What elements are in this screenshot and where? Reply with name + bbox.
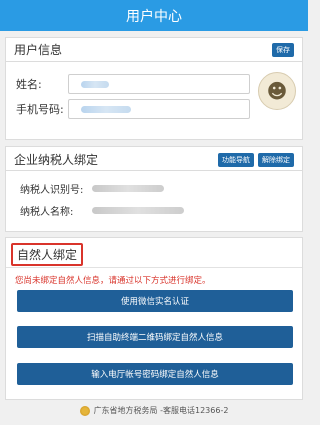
avatar-icon: ☻ [266, 79, 288, 103]
scan-qr-bind-button[interactable]: 扫描自助终端二维码绑定自然人信息 [17, 326, 293, 348]
phone-value-redacted [81, 105, 131, 113]
taxpayer-actions: 功能导航 解除绑定 [218, 152, 294, 167]
divider [6, 267, 302, 268]
wechat-auth-button[interactable]: 使用微信实名认证 [17, 290, 293, 312]
phone-row: 手机号码: [16, 99, 250, 119]
name-field[interactable] [68, 74, 250, 94]
taxpayer-name-label: 纳税人名称: [20, 207, 74, 218]
tax-bureau-logo-icon [79, 405, 90, 416]
account-password-bind-button[interactable]: 输入电厅帐号密码绑定自然人信息 [17, 363, 293, 385]
header-bar: 用户中心 [0, 0, 308, 31]
name-label: 姓名: [16, 78, 42, 91]
natural-person-card: 自然人绑定 您尚未绑定自然人信息，请通过以下方式进行绑定。 使用微信实名认证 扫… [5, 237, 303, 400]
name-value-redacted [81, 80, 109, 88]
footer-text: 广东省地方税务局 -客服电话12366-2 [93, 406, 229, 415]
taxpayer-id-row: 纳税人识别号: [20, 181, 164, 196]
user-info-header: 用户信息 保存 [6, 38, 302, 62]
footer: 广东省地方税务局 -客服电话12366-2 [0, 405, 308, 416]
natural-person-title: 自然人绑定 [11, 243, 84, 266]
function-nav-button[interactable]: 功能导航 [218, 152, 254, 167]
user-info-card: 用户信息 保存 姓名: 手机号码: ☻ [5, 37, 303, 140]
phone-field[interactable] [68, 99, 250, 119]
taxpayer-name-row: 纳税人名称: [20, 203, 184, 218]
page-title: 用户中心 [126, 8, 182, 25]
user-info-title: 用户信息 [14, 43, 63, 57]
taxpayer-title: 企业纳税人绑定 [14, 153, 99, 167]
taxpayer-header: 企业纳税人绑定 功能导航 解除绑定 [6, 149, 302, 171]
taxpayer-name-redacted [92, 207, 184, 214]
avatar[interactable]: ☻ [258, 72, 296, 110]
taxpayer-id-redacted [92, 185, 164, 192]
save-button[interactable]: 保存 [272, 42, 294, 57]
taxpayer-id-label: 纳税人识别号: [20, 185, 84, 196]
taxpayer-card: 企业纳税人绑定 功能导航 解除绑定 纳税人识别号: 纳税人名称: [5, 146, 303, 232]
unbind-button[interactable]: 解除绑定 [258, 152, 294, 167]
name-row: 姓名: [16, 74, 250, 94]
bind-notice: 您尚未绑定自然人信息，请通过以下方式进行绑定。 [15, 276, 211, 286]
phone-label: 手机号码: [16, 103, 64, 116]
